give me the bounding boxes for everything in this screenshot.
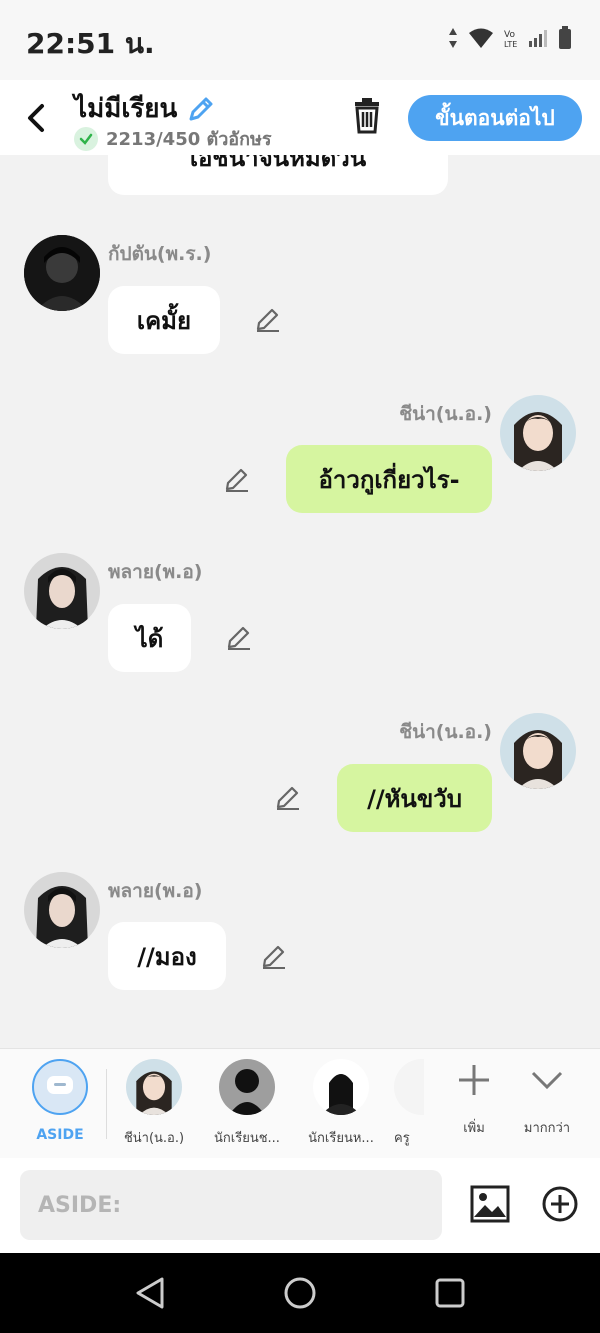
chat-header: ไม่มีเรียน 2213/450 ตัวอักษร ขั้นตอนต่อไ…: [0, 80, 600, 155]
sender-name: ชีน่า(น.อ.): [399, 721, 492, 743]
chevron-down-icon: [531, 1071, 563, 1090]
input-bar: [0, 1158, 600, 1253]
plus-icon: [459, 1065, 489, 1095]
story-title[interactable]: ไม่มีเรียน: [74, 88, 215, 129]
svg-text:LTE: LTE: [504, 40, 517, 49]
message-bubble[interactable]: //มอง: [108, 922, 226, 990]
check-icon: [74, 126, 98, 151]
message-text: เคมั้ย: [136, 306, 192, 335]
svg-text:Vo: Vo: [504, 30, 515, 40]
system-nav-bar: [0, 1253, 600, 1333]
next-step-button[interactable]: ขั้นตอนต่อไป: [408, 95, 582, 141]
avatar[interactable]: [500, 713, 576, 789]
recents-nav-icon[interactable]: [432, 1275, 468, 1311]
add-label: เพิ่ม: [463, 1121, 485, 1136]
character-label: นักเรียนช...: [214, 1131, 280, 1146]
message-text: เอิชนาจนหมดวัน: [189, 155, 367, 172]
data-arrows-icon: [449, 28, 457, 48]
battery-icon: [559, 26, 571, 49]
home-nav-icon[interactable]: [282, 1275, 318, 1311]
avatar[interactable]: [24, 553, 100, 629]
message-bubble[interactable]: เคมั้ย: [108, 286, 220, 354]
back-arrow-icon[interactable]: [22, 98, 52, 138]
avatar: [126, 1059, 182, 1115]
message-text: //หันขวับ: [367, 784, 462, 813]
character-item[interactable]: ชีน่า(น.อ.): [114, 1059, 194, 1148]
message-text: ได้: [135, 624, 164, 653]
message-text: //มอง: [137, 942, 197, 971]
char-count: 2213/450 ตัวอักษร: [106, 129, 272, 150]
message-bubble[interactable]: เอิชนาจนหมดวัน: [108, 155, 448, 195]
add-character-button[interactable]: เพิ่ม: [444, 1063, 504, 1138]
character-aside[interactable]: ASIDE: [20, 1059, 100, 1143]
trash-icon[interactable]: [350, 98, 384, 134]
add-circle-icon[interactable]: [541, 1185, 579, 1223]
message-bubble[interactable]: ได้: [108, 604, 191, 672]
avatar: [394, 1059, 424, 1115]
chat-area[interactable]: เอิชนาจนหมดวัน กัปตัน(พ.ร.) เคมั้ย ชีน่า…: [0, 155, 600, 1048]
sender-name: กัปตัน(พ.ร.): [108, 243, 212, 265]
status-bar: 22:51 น. Vo LTE: [0, 0, 600, 80]
sender-name: พลาย(พ.อ): [108, 880, 203, 902]
status-icons: Vo LTE: [448, 26, 572, 50]
silhouette-icon: [219, 1059, 275, 1115]
wifi-icon: [469, 28, 493, 48]
character-label: ชีน่า(น.อ.): [123, 1131, 185, 1146]
avatar[interactable]: [24, 235, 100, 311]
char-count-row: 2213/450 ตัวอักษร: [74, 124, 272, 153]
volte-icon: VoLTE: [504, 30, 517, 49]
avatar[interactable]: [500, 395, 576, 471]
edit-message-icon[interactable]: [225, 623, 253, 651]
character-label: ครู: [394, 1131, 410, 1146]
back-nav-icon[interactable]: [132, 1275, 168, 1311]
more-button[interactable]: มากกว่า: [512, 1063, 582, 1138]
message-text: อ้าวกูเกี่ยวไร-: [318, 465, 460, 494]
character-label: นักเรียนห...: [308, 1131, 374, 1146]
sender-name: ชีน่า(น.อ.): [399, 403, 492, 425]
image-icon[interactable]: [470, 1185, 510, 1223]
edit-title-icon[interactable]: [187, 95, 215, 123]
story-title-text: ไม่มีเรียน: [74, 94, 178, 124]
character-item[interactable]: ครู: [394, 1059, 424, 1148]
edit-message-icon[interactable]: [260, 942, 288, 970]
chat-bubble-icon: [32, 1059, 88, 1115]
tray-divider: [106, 1069, 107, 1139]
character-tray: ASIDE ชีน่า(น.อ.) นักเรียนช... นักเรียนห…: [0, 1048, 600, 1159]
signal-icon: [529, 30, 547, 47]
avatar[interactable]: [24, 872, 100, 948]
message-bubble[interactable]: //หันขวับ: [337, 764, 492, 832]
more-label: มากกว่า: [523, 1121, 571, 1136]
message-input[interactable]: [20, 1170, 442, 1240]
character-label: ASIDE: [36, 1127, 84, 1143]
status-time: 22:51 น.: [26, 27, 155, 60]
edit-message-icon[interactable]: [254, 305, 282, 333]
sender-name: พลาย(พ.อ): [108, 561, 203, 583]
edit-message-icon[interactable]: [274, 783, 302, 811]
message-bubble[interactable]: อ้าวกูเกี่ยวไร-: [286, 445, 492, 513]
character-item[interactable]: นักเรียนห...: [301, 1059, 381, 1148]
edit-message-icon[interactable]: [223, 465, 251, 493]
character-item[interactable]: นักเรียนช...: [207, 1059, 287, 1148]
silhouette-icon: [313, 1059, 369, 1115]
